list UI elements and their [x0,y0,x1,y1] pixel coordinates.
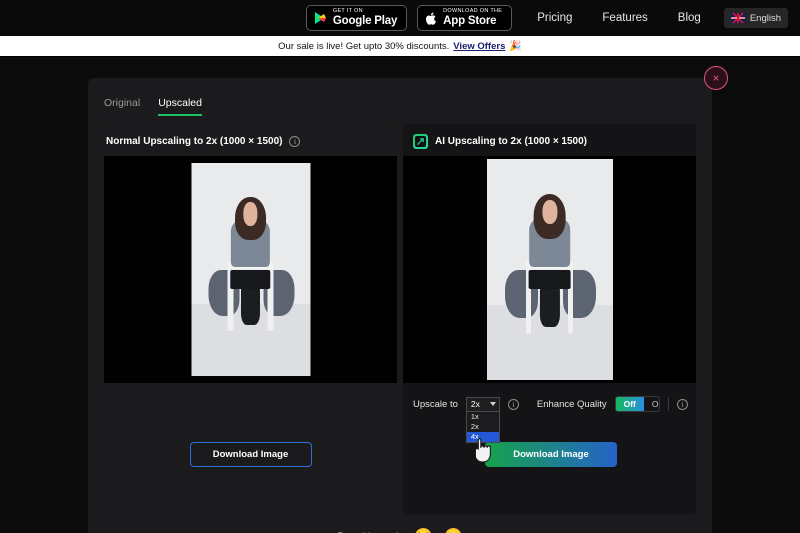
announcement-bar: Our sale is live! Get upto 30% discounts… [0,36,800,57]
view-offers-link[interactable]: View Offers [453,41,505,52]
language-selector[interactable]: English [723,8,788,28]
normal-upscale-header: Normal Upscaling to 2x (1000 × 1500) i [104,132,301,150]
upscale-result-modal: Original Upscaled Normal Upscaling to 2x… [88,78,712,533]
rate-negative-icon[interactable]: 😒 [414,529,433,533]
close-icon[interactable]: × [704,66,728,90]
enhance-option-on[interactable]: On [644,397,659,411]
google-play-badge[interactable]: GET IT ON Google Play [305,5,408,31]
ai-upscale-icon [413,133,428,149]
ai-upscale-controls: Upscale to 2x 1x 2x 4x i Enhance Quality… [413,394,688,443]
upscale-select[interactable]: 2x [465,396,500,412]
upscale-option-1x[interactable]: 1x [467,412,499,422]
uk-flag-icon [730,13,745,23]
ai-upscale-image-frame [403,156,696,383]
normal-upscale-panel: Normal Upscaling to 2x (1000 × 1500) i D… [104,124,397,514]
result-tabs: Original Upscaled [104,97,202,116]
comparison-panels: Normal Upscaling to 2x (1000 × 1500) i D… [104,124,696,514]
rate-result-section: Rate this result: 😒 😀 [88,521,712,533]
controls-divider [668,397,669,411]
nav-link-features[interactable]: Features [587,12,662,24]
apple-icon [426,12,437,25]
enhance-quality-label: Enhance Quality [536,398,607,410]
announcement-text: Our sale is live! Get upto 30% discounts… [278,40,450,52]
ai-upscale-header: AI Upscaling to 2x (1000 × 1500) [403,132,587,150]
normal-upscale-title: Normal Upscaling to 2x (1000 × 1500) [106,135,283,147]
enhance-quality-toggle: Off On [614,396,661,412]
ai-upscale-photo [486,159,613,380]
download-normal-button[interactable]: Download Image [189,442,312,467]
enhance-info-icon[interactable]: i [677,398,688,410]
tab-original[interactable]: Original [104,97,140,116]
google-play-icon [314,12,326,24]
tab-upscaled[interactable]: Upscaled [158,97,202,116]
upscale-dropdown-list: 1x 2x 4x [465,411,500,443]
rate-positive-icon[interactable]: 😀 [444,529,463,533]
page-root: GET IT ON Google Play Download on the Ap… [0,0,800,533]
ai-upscale-title: AI Upscaling to 2x (1000 × 1500) [435,135,588,147]
normal-upscale-photo [191,163,310,376]
upscale-option-4x[interactable]: 4x [466,431,499,442]
google-play-small-text: GET IT ON [332,8,363,14]
nav-link-pricing[interactable]: Pricing [522,12,587,24]
language-label: English [749,12,781,24]
chevron-down-icon [489,402,496,406]
party-popper-icon: 🎉 [509,40,522,52]
upscale-select-wrapper: 2x 1x 2x 4x [465,396,500,443]
upscale-to-label: Upscale to [413,398,458,410]
google-play-label: Google Play [332,14,398,27]
upscale-select-value: 2x [470,399,480,409]
app-store-label: App Store [443,14,497,27]
app-store-badge[interactable]: Download on the App Store [417,5,513,31]
enhance-option-off[interactable]: Off [615,397,644,411]
app-store-small-text: Download on the [443,8,503,14]
normal-upscale-image-frame [104,156,397,383]
ai-upscale-panel: AI Upscaling to 2x (1000 × 1500) Upscale… [403,124,696,514]
info-icon[interactable]: i [289,135,301,147]
nav-link-blog[interactable]: Blog [663,12,716,24]
download-ai-button[interactable]: Download Image [485,442,617,467]
upscale-option-2x[interactable]: 2x [467,422,499,432]
upscale-info-icon[interactable]: i [507,398,519,410]
top-navigation: GET IT ON Google Play Download on the Ap… [0,0,800,36]
